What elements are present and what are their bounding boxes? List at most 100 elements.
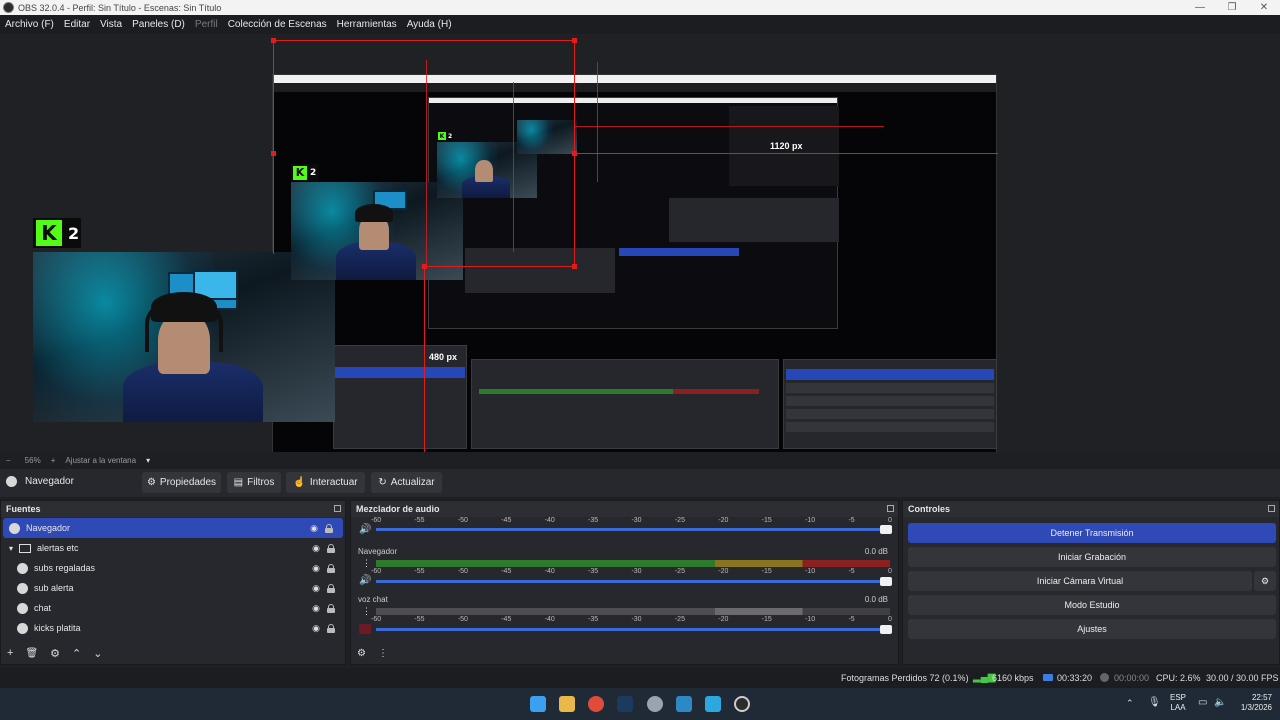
stop-stream-button[interactable]: Detener Transmisión	[908, 523, 1276, 543]
lock-icon[interactable]	[327, 583, 335, 593]
start-virtual-camera-button[interactable]: Iniciar Cámara Virtual	[908, 571, 1252, 591]
zoom-in-button[interactable]: +	[51, 456, 56, 465]
guide-handle[interactable]	[572, 38, 577, 43]
measure-480-label: 480 px	[429, 352, 458, 362]
menu-vista[interactable]: Vista	[95, 19, 127, 30]
mixer-ticks: -60 -55 -50 -45 -40 -35 -30 -25 -20 -15 -10 -5 0	[371, 568, 892, 575]
clock[interactable]: 22:57 1/3/2026	[1232, 693, 1272, 713]
menu-archivo[interactable]: Archivo (F)	[0, 19, 59, 30]
file-explorer-icon[interactable]	[559, 696, 575, 712]
studio-mode-button[interactable]: Modo Estudio	[908, 595, 1276, 615]
lock-icon[interactable]	[327, 603, 335, 613]
properties-button[interactable]: ⚙ Propiedades	[142, 472, 221, 493]
windows-start-icon[interactable]	[530, 696, 546, 712]
channel-menu-icon[interactable]: ⋮	[362, 558, 371, 569]
volume-meter	[376, 608, 890, 615]
mixer-title: Mezclador de audio	[356, 504, 440, 514]
menu-ayuda[interactable]: Ayuda (H)	[402, 19, 457, 30]
menu-herramientas[interactable]: Herramientas	[332, 19, 402, 30]
zoom-out-button[interactable]: −	[6, 456, 11, 465]
lock-icon[interactable]	[325, 523, 333, 533]
speaker-icon[interactable]: 🔊	[359, 575, 371, 586]
status-bar: Fotogramas Perdidos 72 (0.1%) ▂▄▆ 6160 k…	[0, 668, 1280, 688]
network-icon[interactable]: ▭	[1198, 697, 1207, 708]
muted-speaker-icon[interactable]	[359, 624, 371, 634]
undock-icon[interactable]	[887, 505, 894, 512]
visibility-eye-icon[interactable]: ◉	[312, 583, 320, 594]
interact-button[interactable]: ☝ Interactuar	[286, 472, 365, 493]
guide-handle[interactable]	[572, 264, 577, 269]
menu-perfil[interactable]: Perfil	[190, 19, 223, 30]
visibility-eye-icon[interactable]: ◉	[312, 603, 320, 614]
add-source-icon[interactable]: +	[7, 647, 13, 659]
lock-icon[interactable]	[327, 623, 335, 633]
volume-slider[interactable]	[376, 625, 892, 634]
selected-source-indicator: Navegador	[6, 476, 74, 487]
source-item-chat[interactable]: chat ◉	[1, 598, 345, 618]
channel-navegador: Navegador 0.0 dB	[358, 547, 888, 556]
preview-area[interactable]: K 2 K 2 K 2 1120 px 480 px	[0, 34, 1280, 452]
app-icon[interactable]	[705, 696, 721, 712]
filters-button[interactable]: ▤ Filtros	[227, 472, 281, 493]
source-item-subs-regaladas[interactable]: subs regaladas ◉	[1, 558, 345, 578]
source-settings-icon[interactable]: ⚙	[50, 647, 60, 660]
obs-taskbar-icon[interactable]	[734, 696, 750, 712]
volume-slider[interactable]	[376, 525, 892, 534]
title-bar: OBS 32.0.4 - Perfil: Sin Título - Escena…	[0, 0, 1280, 15]
source-item-navegador[interactable]: Navegador ◉	[3, 518, 343, 538]
source-item-sub-alerta[interactable]: sub alerta ◉	[1, 578, 345, 598]
lock-icon[interactable]	[327, 563, 335, 573]
chevron-down-icon[interactable]: ▾	[9, 544, 13, 553]
channel-navegador-meter-row: ⋮	[351, 558, 898, 568]
menu-paneles[interactable]: Paneles (D)	[127, 19, 190, 30]
photos-icon[interactable]	[676, 696, 692, 712]
minimize-icon[interactable]: —	[1184, 0, 1216, 15]
language-indicator[interactable]: ESP LAA	[1170, 693, 1186, 713]
fit-window-label[interactable]: Ajustar a la ventana	[65, 456, 136, 465]
mixer-menu-icon[interactable]: ⋮	[378, 648, 388, 659]
visibility-eye-icon[interactable]: ◉	[310, 523, 318, 534]
guide-handle[interactable]	[422, 264, 427, 269]
undock-icon[interactable]	[1268, 505, 1275, 512]
refresh-button[interactable]: ↻ Actualizar	[371, 472, 442, 493]
source-toolbar: Navegador ⚙ Propiedades ▤ Filtros ☝ Interac…	[0, 469, 1280, 497]
visibility-eye-icon[interactable]: ◉	[312, 623, 320, 634]
chevron-up-icon[interactable]: ⌃	[1126, 698, 1134, 709]
obs-app-icon	[3, 2, 14, 13]
remove-source-icon[interactable]: 🗑	[25, 648, 38, 659]
slider-knob[interactable]	[880, 625, 892, 634]
slider-knob[interactable]	[880, 577, 892, 586]
close-icon[interactable]: ✕	[1248, 0, 1280, 15]
source-item-alertas[interactable]: ▾ alertas etc ◉	[1, 538, 345, 558]
settings-icon[interactable]	[647, 696, 663, 712]
undock-icon[interactable]	[334, 505, 341, 512]
kick-logo-large: K 2	[33, 218, 81, 248]
globe-icon	[17, 582, 28, 594]
steam-icon[interactable]	[617, 696, 633, 712]
lock-icon[interactable]	[327, 543, 335, 553]
menu-coleccion-escenas[interactable]: Colección de Escenas	[223, 19, 332, 30]
move-up-icon[interactable]: ⌃	[72, 647, 81, 660]
volume-icon[interactable]: 🔈	[1214, 697, 1226, 708]
guide-handle[interactable]	[572, 151, 577, 156]
visibility-eye-icon[interactable]: ◉	[312, 543, 320, 554]
kick-logo-small: K 2	[437, 131, 455, 141]
volume-slider[interactable]	[376, 577, 892, 586]
guide-handle[interactable]	[271, 151, 276, 156]
maximize-icon[interactable]: ❐	[1216, 0, 1248, 15]
channel-menu-icon[interactable]: ⋮	[362, 606, 371, 617]
source-item-kicks-platita[interactable]: kicks platita ◉	[1, 618, 345, 638]
visibility-eye-icon[interactable]: ◉	[312, 563, 320, 574]
microphone-icon[interactable]: 🎙	[1148, 697, 1161, 708]
start-recording-button[interactable]: Iniciar Grabación	[908, 547, 1276, 567]
advanced-audio-icon[interactable]: ⚙	[357, 648, 366, 659]
guide-handle[interactable]	[271, 38, 276, 43]
virtual-camera-settings-button[interactable]: ⚙	[1254, 571, 1276, 591]
slider-knob[interactable]	[880, 525, 892, 534]
zoom-dropdown-icon[interactable]: ▾	[146, 456, 150, 465]
move-down-icon[interactable]: ⌄	[93, 647, 102, 660]
chrome-icon[interactable]	[588, 696, 604, 712]
menu-editar[interactable]: Editar	[59, 19, 95, 30]
settings-button[interactable]: Ajustes	[908, 619, 1276, 639]
speaker-icon[interactable]: 🔊	[359, 524, 371, 535]
